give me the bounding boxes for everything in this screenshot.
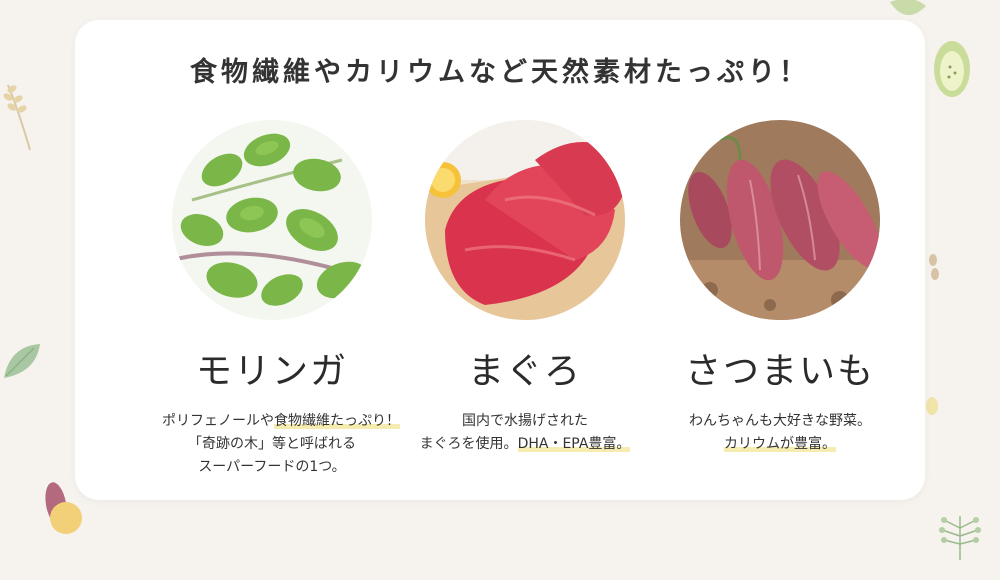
ingredients-card: 食物繊維やカリウムなど天然素材たっぷり！ モリンガ ポリフェノールや食物繊維たっ…	[75, 20, 925, 500]
leaf-icon	[4, 344, 40, 378]
ingredient-description: ポリフェノールや食物繊維たっぷり！ 「奇跡の木」等と呼ばれる スーパーフードの1…	[162, 410, 400, 479]
description-line: 国内で水揚げされた	[462, 413, 588, 429]
bean-icon	[929, 254, 939, 280]
moringa-leaves-photo	[172, 120, 372, 320]
ingredient-name: まぐろ	[467, 351, 582, 392]
sweet-potato-photo	[680, 120, 880, 320]
description-line: カリウムが豊富。	[724, 436, 836, 452]
avocado-icon	[934, 41, 970, 97]
ingredient-sweet-potato: さつまいも わんちゃんも大好きな野菜。 カリウムが豊富。	[670, 120, 890, 456]
section-title: 食物繊維やカリウムなど天然素材たっぷり！	[190, 57, 810, 88]
egg-icon	[926, 397, 938, 415]
description-line: 「奇跡の木」等と呼ばれる	[188, 436, 356, 452]
herb-icon	[939, 516, 981, 560]
description-line: わんちゃんも大好きな野菜。	[689, 413, 871, 429]
ingredient-name: モリンガ	[195, 351, 348, 392]
tuna-sashimi-photo	[425, 120, 625, 320]
ingredient-moringa: モリンガ ポリフェノールや食物繊維たっぷり！ 「奇跡の木」等と呼ばれる スーパー…	[162, 120, 400, 479]
description-line: スーパーフードの1つ。	[198, 459, 346, 475]
wheat-icon	[3, 84, 31, 151]
ingredient-name: さつまいも	[684, 351, 875, 392]
ingredient-description: わんちゃんも大好きな野菜。 カリウムが豊富。	[670, 410, 890, 456]
ingredient-description: 国内で水揚げされた まぐろを使用。DHA・EPA豊富。	[415, 410, 635, 456]
description-line: ポリフェノールや食物繊維たっぷり！	[162, 413, 400, 429]
description-line: まぐろを使用。DHA・EPA豊富。	[419, 436, 631, 452]
ingredient-tuna: まぐろ 国内で水揚げされた まぐろを使用。DHA・EPA豊富。	[415, 120, 635, 456]
